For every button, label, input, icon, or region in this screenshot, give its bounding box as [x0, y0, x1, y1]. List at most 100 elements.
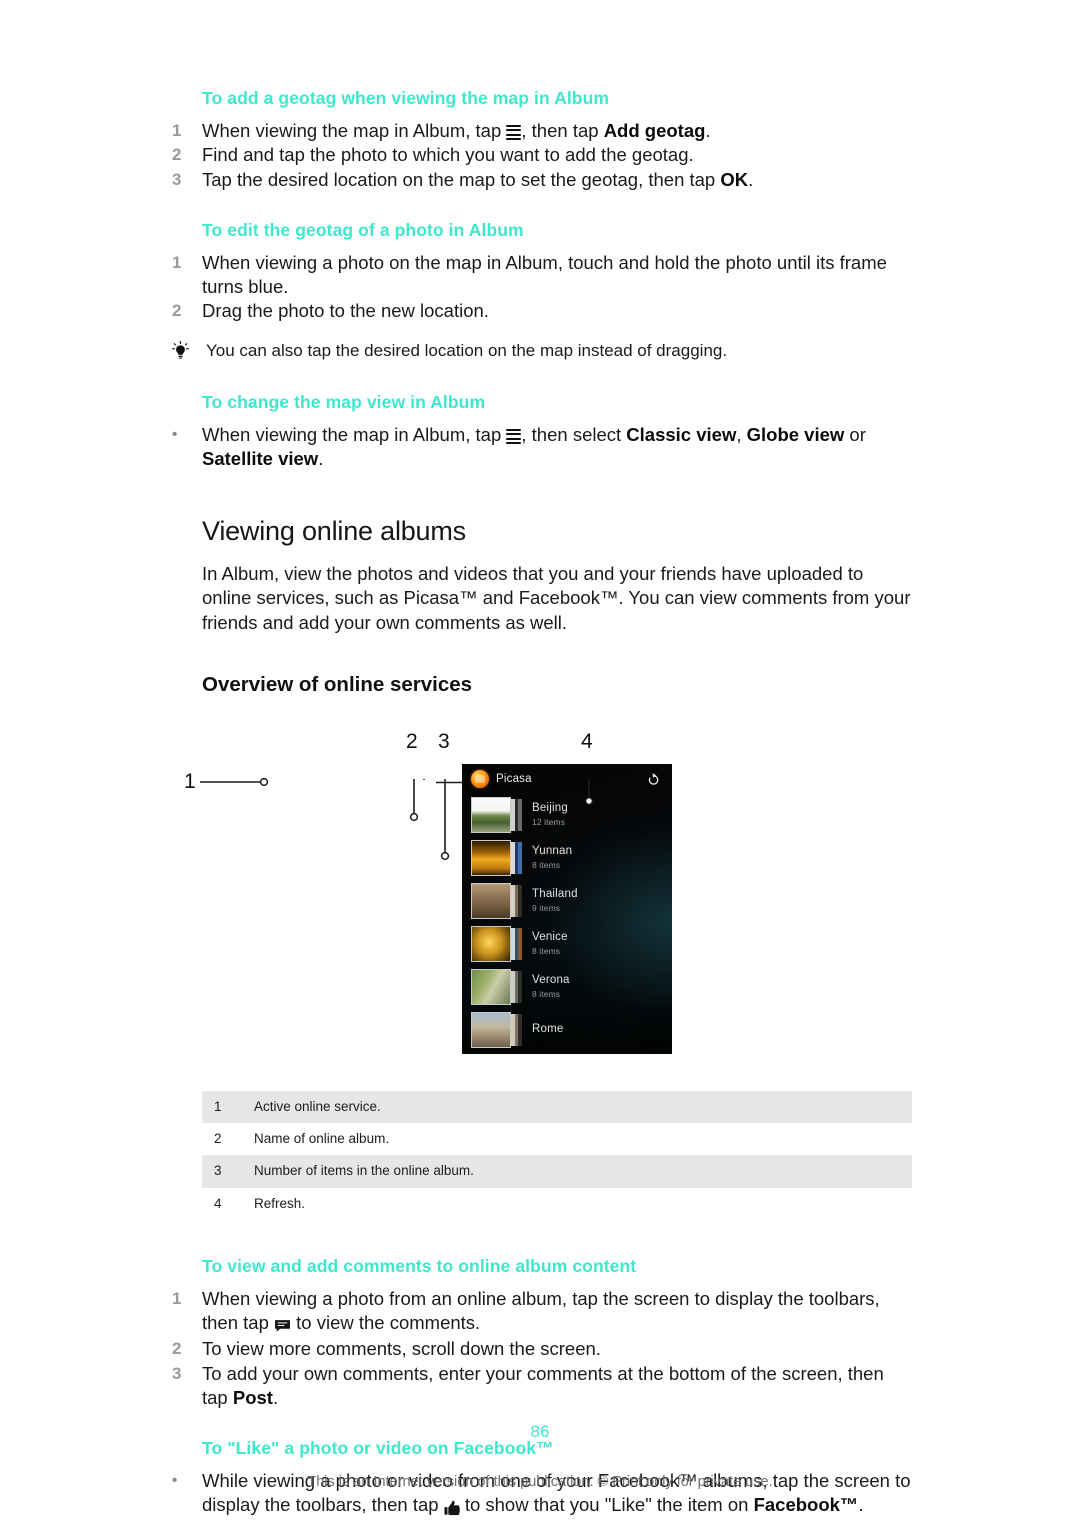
lightbulb-icon — [172, 340, 202, 365]
step-text: Drag the photo to the new location. — [202, 300, 489, 322]
picasa-logo-icon — [471, 769, 489, 788]
thumb-image — [471, 882, 511, 919]
legend-text: Active online service. — [254, 1090, 912, 1124]
section-heading: To change the map view in Album — [202, 391, 486, 412]
album-name: Yunnan — [532, 844, 573, 857]
step-marker: 3 — [172, 1363, 182, 1383]
phone-screenshot: Picasa Beijing 12 items Yunnan 8 items T… — [462, 763, 672, 1054]
step-text: When viewing the map in Album, tap , the… — [202, 119, 711, 141]
thumb-side-strip — [511, 798, 522, 831]
intro-paragraph: In Album, view the photos and videos tha… — [202, 562, 911, 633]
legend-text: Name of online album. — [254, 1131, 390, 1147]
page-title: Viewing online albums — [202, 516, 466, 547]
tip-block: You can also tap the desired location on… — [172, 340, 912, 364]
screenshot-header: Picasa — [462, 764, 672, 794]
step-marker: 1 — [172, 120, 182, 140]
thumbs-up-icon — [444, 1495, 460, 1519]
ui-label-satellite-view: Satellite view — [202, 447, 319, 469]
step-marker: 3 — [172, 169, 182, 189]
album-thumbnail — [471, 968, 523, 1005]
thumb-side-strip — [511, 1013, 522, 1046]
ui-label-post: Post — [232, 1386, 273, 1408]
footer-note: This is an Internet version of this publ… — [307, 1474, 773, 1490]
album-item-count: 8 items — [532, 859, 561, 870]
callout-number: 1 — [184, 769, 196, 793]
step-marker: 1 — [172, 1288, 182, 1308]
step-marker: • — [172, 425, 178, 443]
ui-label-add-geotag: Add geotag — [603, 119, 706, 141]
legend-row: 1 Active online service. — [202, 1090, 912, 1124]
thumb-side-strip — [511, 927, 522, 960]
step-item: 3 To add your own comments, enter your c… — [172, 1362, 912, 1411]
section-change-map-view: To change the map view in Album • When v… — [172, 392, 912, 472]
tip-text: You can also tap the desired location on… — [206, 340, 728, 360]
album-meta: Rome — [532, 1023, 563, 1037]
step-list: 1 When viewing a photo from an online al… — [172, 1287, 912, 1411]
album-name: Verona — [532, 973, 570, 986]
step-item: 1 When viewing the map in Album, tap , t… — [172, 119, 912, 143]
figure-online-services: Picasa Beijing 12 items Yunnan 8 items T… — [172, 724, 912, 1069]
album-row[interactable]: Yunnan 8 items — [471, 837, 672, 879]
step-item: 1 When viewing a photo from an online al… — [172, 1287, 912, 1338]
album-row[interactable]: Beijing 12 items — [471, 794, 672, 836]
section-heading: To edit the geotag of a photo in Album — [202, 219, 524, 240]
album-item-count: 12 items — [532, 816, 565, 827]
step-text: When viewing a photo on the map in Album… — [202, 251, 887, 297]
section-heading: To view and add comments to online album… — [202, 1255, 637, 1276]
album-item-count: 9 items — [532, 902, 561, 913]
step-text: When viewing a photo from an online albu… — [202, 1287, 912, 1338]
page-number: 86 — [530, 1422, 550, 1441]
document-page: To add a geotag when viewing the map in … — [0, 0, 1080, 1527]
album-item-count: 8 items — [532, 945, 561, 956]
album-row[interactable]: Rome — [471, 1009, 672, 1051]
callout-number: 2 — [406, 729, 418, 753]
legend-row: 2 Name of online album. — [202, 1123, 912, 1155]
step-item: • When viewing the map in Album, tap , t… — [172, 423, 912, 472]
thumb-image — [471, 925, 511, 962]
step-marker: 1 — [172, 252, 182, 272]
section-edit-geotag: To edit the geotag of a photo in Album 1… — [172, 220, 912, 364]
thumb-image — [471, 796, 511, 833]
step-item: 2 Find and tap the photo to which you wa… — [172, 143, 912, 167]
legend-number: 3 — [202, 1155, 254, 1188]
album-thumbnail — [471, 1011, 523, 1048]
album-thumbnail — [471, 796, 523, 833]
subsection-title: Overview of online services — [202, 673, 473, 697]
legend-number: 1 — [202, 1090, 254, 1124]
callout-number: 4 — [581, 729, 593, 753]
comment-icon — [274, 1313, 291, 1337]
album-name: Rome — [532, 1023, 564, 1036]
step-item: 2 Drag the photo to the new location. — [172, 299, 912, 323]
callout-number: 3 — [438, 729, 450, 753]
album-name: Beijing — [532, 801, 568, 814]
step-text: To view more comments, scroll down the s… — [202, 1338, 601, 1360]
thumb-image — [471, 839, 511, 876]
thumb-image — [471, 1011, 511, 1048]
refresh-icon — [646, 770, 661, 787]
legend-row: 3 Number of items in the online album. — [202, 1155, 912, 1188]
album-item-count: 8 items — [532, 988, 561, 999]
album-thumbnail — [471, 882, 523, 919]
album-row[interactable]: Verona 8 items — [471, 966, 672, 1008]
ui-label-ok: OK — [720, 168, 749, 190]
legend-text: Refresh. — [254, 1195, 306, 1211]
legend-number: 2 — [214, 1131, 222, 1147]
step-marker: 2 — [172, 301, 182, 321]
step-text: Tap the desired location on the map to s… — [202, 168, 754, 190]
thumb-side-strip — [511, 884, 522, 917]
album-meta: Verona 8 items — [532, 974, 570, 1001]
legend-table: 1 Active online service. 2 Name of onlin… — [202, 1090, 912, 1220]
album-row[interactable]: Venice 8 items — [471, 923, 672, 965]
content-column: To add a geotag when viewing the map in … — [172, 88, 912, 1520]
album-row[interactable]: Thailand 9 items — [471, 880, 672, 922]
album-meta: Venice 8 items — [532, 931, 568, 958]
legend-row: 4 Refresh. — [202, 1188, 912, 1220]
section-heading: To add a geotag when viewing the map in … — [202, 88, 610, 108]
menu-icon — [506, 124, 522, 141]
legend-text: Number of items in the online album. — [254, 1155, 912, 1188]
